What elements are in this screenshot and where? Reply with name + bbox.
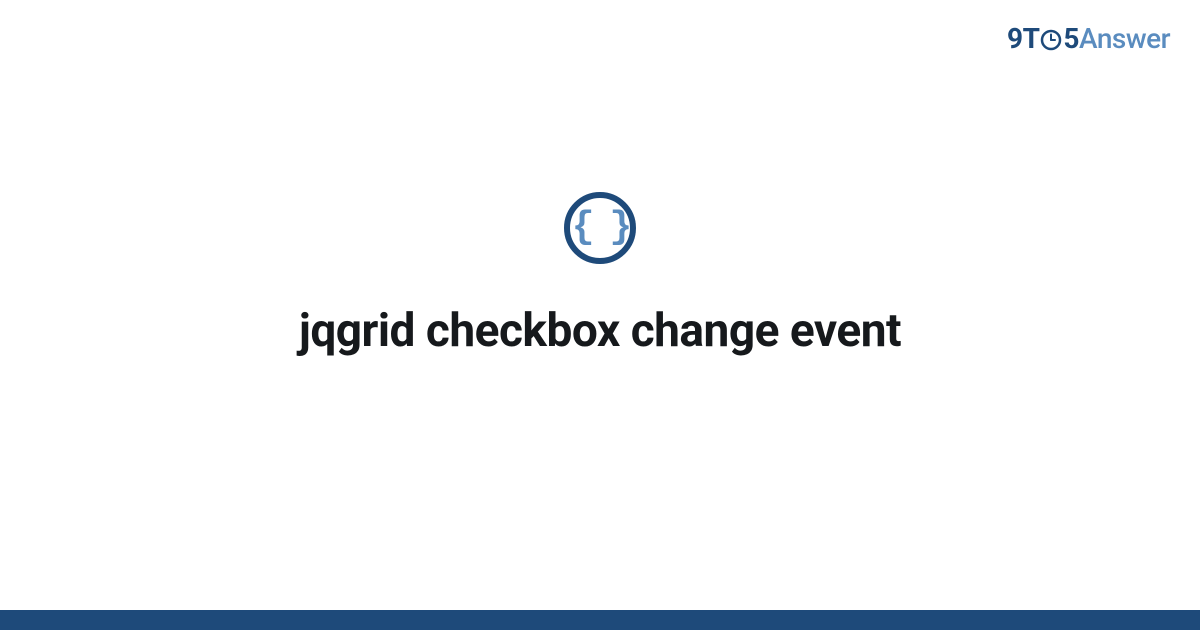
footer-accent-bar — [0, 610, 1200, 630]
main-content: { } jqgrid checkbox change event — [0, 0, 1200, 610]
braces-icon: { } — [572, 209, 628, 247]
page-title: jqgrid checkbox change event — [299, 304, 901, 358]
category-badge: { } — [564, 192, 636, 264]
